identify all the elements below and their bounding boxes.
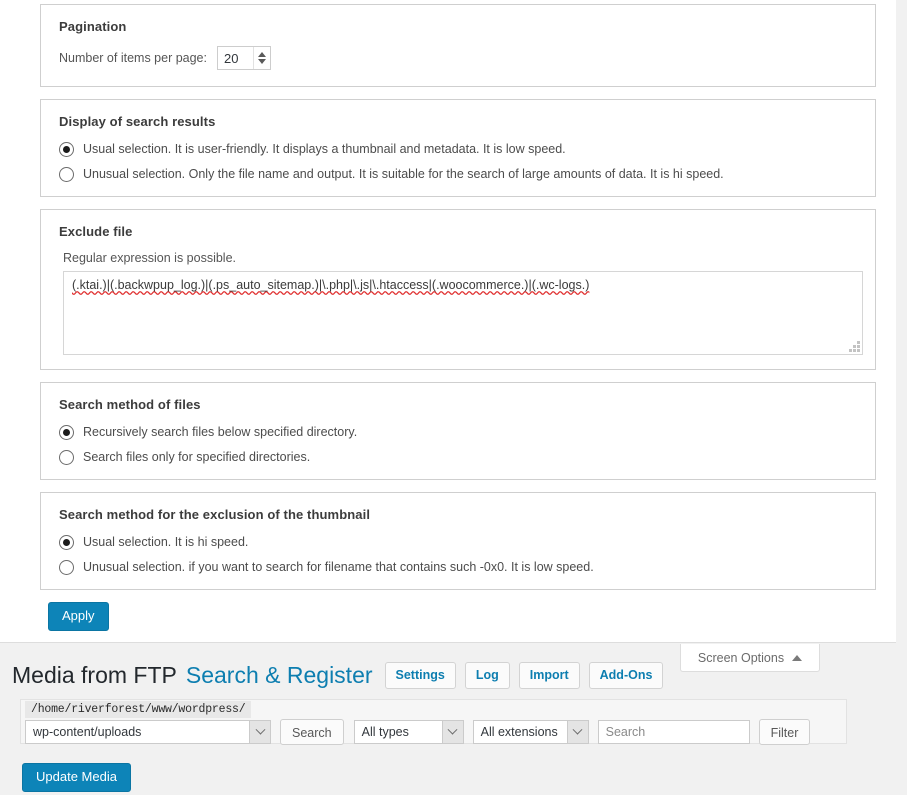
search-method-thumbnail-option-usual-label: Usual selection. It is hi speed. (83, 535, 249, 549)
radio-icon[interactable] (59, 450, 74, 465)
items-per-page-value[interactable]: 20 (218, 47, 253, 69)
header-button-group: Settings Log Import Add-Ons (384, 661, 664, 689)
search-method-thumbnail-option-usual[interactable]: Usual selection. It is hi speed. (59, 534, 861, 550)
search-method-files-fieldset: Search method of files Recursively searc… (40, 382, 876, 480)
display-results-option-usual[interactable]: Usual selection. It is user-friendly. It… (59, 141, 861, 157)
exclude-file-fieldset: Exclude file Regular expression is possi… (40, 209, 876, 370)
import-button[interactable]: Import (518, 661, 580, 689)
search-input[interactable]: Search (597, 720, 750, 744)
display-results-option-unusual-label: Unusual selection. Only the file name an… (83, 167, 724, 181)
add-ons-button[interactable]: Add-Ons (588, 661, 664, 689)
spinner-up-icon[interactable] (258, 52, 266, 57)
search-method-files-option-specified-label: Search files only for specified director… (83, 450, 311, 464)
pagination-title: Pagination (59, 19, 127, 34)
chevron-down-icon[interactable] (441, 721, 463, 743)
display-results-title: Display of search results (59, 114, 216, 129)
search-button[interactable]: Search (280, 719, 344, 745)
update-media-wrap: Update Media (22, 763, 131, 792)
update-media-button[interactable]: Update Media (22, 763, 131, 792)
display-results-option-unusual[interactable]: Unusual selection. Only the file name an… (59, 166, 861, 182)
screen-options-panel: Pagination Number of items per page: 20 … (0, 0, 896, 643)
settings-button[interactable]: Settings (384, 661, 456, 689)
right-gutter (896, 0, 907, 643)
base-path-label: /home/riverforest/www/wordpress/ (25, 701, 252, 718)
exclude-file-hint: Regular expression is possible. (63, 251, 237, 265)
display-results-option-usual-label: Usual selection. It is user-friendly. It… (83, 142, 566, 156)
radio-icon[interactable] (59, 535, 74, 550)
radio-icon[interactable] (59, 560, 74, 575)
directory-select-value: wp-content/uploads (33, 725, 142, 739)
filter-button[interactable]: Filter (758, 719, 811, 745)
stepper-arrows[interactable] (253, 47, 270, 69)
spinner-down-icon[interactable] (258, 59, 266, 64)
resize-grip-icon[interactable] (849, 341, 860, 352)
page-title-page: Search & Register (185, 662, 373, 688)
search-method-thumbnail-option-unusual[interactable]: Unusual selection. if you want to search… (59, 559, 861, 575)
directory-select[interactable]: wp-content/uploads (25, 720, 271, 744)
radio-icon[interactable] (59, 142, 74, 157)
type-select[interactable]: All types (353, 720, 464, 744)
filter-controls-row: wp-content/uploads Search All types All … (25, 719, 811, 745)
search-method-files-option-specified[interactable]: Search files only for specified director… (59, 449, 861, 465)
exclude-file-textarea-wrap: (.ktai.)|(.backwpup_log.)|(.ps_auto_site… (63, 271, 863, 355)
display-results-fieldset: Display of search results Usual selectio… (40, 99, 876, 197)
apply-button-wrap: Apply (48, 602, 884, 631)
exclude-file-title: Exclude file (59, 224, 133, 239)
radio-icon[interactable] (59, 167, 74, 182)
search-method-files-title: Search method of files (59, 397, 201, 412)
chevron-down-icon[interactable] (249, 721, 270, 743)
page-header: Media from FTP Search & Register Setting… (0, 660, 907, 690)
extension-select[interactable]: All extensions (472, 720, 589, 744)
chevron-down-icon[interactable] (566, 721, 588, 743)
exclude-file-textarea[interactable]: (.ktai.)|(.backwpup_log.)|(.ps_auto_site… (63, 271, 863, 355)
search-method-files-option-recursive-label: Recursively search files below specified… (83, 425, 358, 439)
pagination-row: Number of items per page: 20 (59, 46, 861, 70)
extension-select-value: All extensions (480, 725, 558, 739)
items-per-page-stepper[interactable]: 20 (217, 46, 271, 70)
items-per-page-label: Number of items per page: (59, 51, 207, 65)
radio-icon[interactable] (59, 425, 74, 440)
pagination-fieldset: Pagination Number of items per page: 20 (40, 4, 876, 87)
page-title-plugin: Media from FTP (12, 662, 177, 688)
log-button[interactable]: Log (464, 661, 510, 689)
type-select-value: All types (361, 725, 409, 739)
search-method-thumbnail-title: Search method for the exclusion of the t… (59, 507, 371, 522)
filter-bar: /home/riverforest/www/wordpress/ wp-cont… (20, 699, 847, 745)
search-method-files-option-recursive[interactable]: Recursively search files below specified… (59, 424, 861, 440)
exclude-file-value: (.ktai.)|(.backwpup_log.)|(.ps_auto_site… (72, 278, 590, 292)
apply-button[interactable]: Apply (48, 602, 109, 631)
search-method-thumbnail-option-unusual-label: Unusual selection. if you want to search… (83, 560, 594, 574)
search-method-thumbnail-fieldset: Search method for the exclusion of the t… (40, 492, 876, 590)
